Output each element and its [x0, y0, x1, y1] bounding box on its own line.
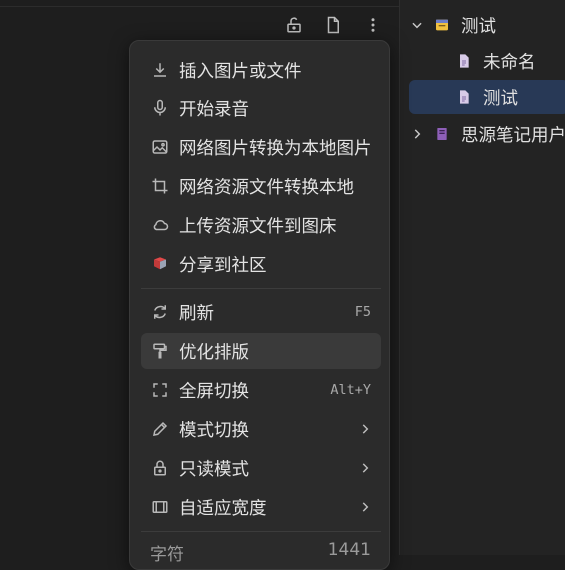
- file-tree: 测试 未命名 测试 思源笔记用户: [400, 0, 565, 555]
- chevron-right-icon: [358, 461, 372, 475]
- shortcut-label: Alt+Y: [330, 382, 371, 398]
- chevron-down-icon[interactable]: [409, 17, 425, 33]
- chevron-right-icon[interactable]: [409, 126, 425, 142]
- tree-doc-label: 测试: [483, 88, 518, 109]
- tree-doc-unnamed[interactable]: 未命名: [455, 44, 565, 78]
- char-count-label: 字符: [150, 545, 184, 565]
- menu-adaptive-width[interactable]: 自适应宽度: [141, 489, 381, 525]
- menu-insert-image-or-file[interactable]: 插入图片或文件: [141, 52, 381, 88]
- refresh-icon: [149, 301, 171, 323]
- more-vertical-icon[interactable]: [362, 14, 384, 36]
- menu-share-community[interactable]: 分享到社区: [141, 246, 381, 282]
- download-icon: [149, 59, 171, 81]
- chevron-right-icon: [358, 500, 372, 514]
- tree-notebook-siyuan[interactable]: 思源笔记用户: [409, 117, 565, 151]
- document-icon[interactable]: [322, 14, 344, 36]
- pencil-icon: [149, 418, 171, 440]
- tree-doc-label: 未命名: [483, 52, 536, 73]
- tree-notebook-test[interactable]: 测试: [409, 8, 565, 42]
- menu-separator: [141, 531, 381, 532]
- menu-refresh[interactable]: 刷新 F5: [141, 294, 381, 330]
- menu-net-assets-to-local[interactable]: 网络资源文件转换本地: [141, 168, 381, 204]
- cloud-icon: [149, 214, 171, 236]
- panel-icon: [149, 496, 171, 518]
- menu-mode-switch[interactable]: 模式切换: [141, 411, 381, 447]
- tree-notebook-label: 测试: [461, 16, 496, 37]
- menu-optimize-typography[interactable]: 优化排版: [141, 333, 381, 369]
- document-icon: [455, 52, 473, 70]
- menu-readonly-mode[interactable]: 只读模式: [141, 450, 381, 486]
- shortcut-label: F5: [354, 304, 371, 320]
- community-icon: [149, 253, 171, 275]
- editor-top-border: [0, 6, 399, 7]
- lock-icon: [149, 457, 171, 479]
- microphone-icon: [149, 97, 171, 119]
- crop-icon: [149, 175, 171, 197]
- menu-start-recording[interactable]: 开始录音: [141, 90, 381, 126]
- tree-doc-test[interactable]: 测试: [409, 80, 565, 114]
- menu-separator: [141, 288, 381, 289]
- chevron-right-icon: [358, 422, 372, 436]
- notebook-icon: [433, 16, 451, 34]
- menu-upload-assets[interactable]: 上传资源文件到图床: [141, 207, 381, 243]
- book-icon: [433, 125, 451, 143]
- fullscreen-icon: [149, 379, 171, 401]
- tree-notebook-label: 思源笔记用户: [461, 125, 565, 146]
- menu-char-count: 字符 1441: [141, 540, 381, 565]
- document-icon: [455, 88, 473, 106]
- unlock-icon[interactable]: [283, 14, 305, 36]
- image-icon: [149, 136, 171, 158]
- more-menu: 插入图片或文件 开始录音 网络图片转换为本地图片 网络资源文件转换本地 上传资源…: [129, 40, 390, 570]
- menu-toggle-fullscreen[interactable]: 全屏切换 Alt+Y: [141, 372, 381, 408]
- menu-net-images-to-local[interactable]: 网络图片转换为本地图片: [141, 129, 381, 165]
- char-count-value: 1441: [327, 540, 371, 560]
- format-paint-icon: [149, 340, 171, 362]
